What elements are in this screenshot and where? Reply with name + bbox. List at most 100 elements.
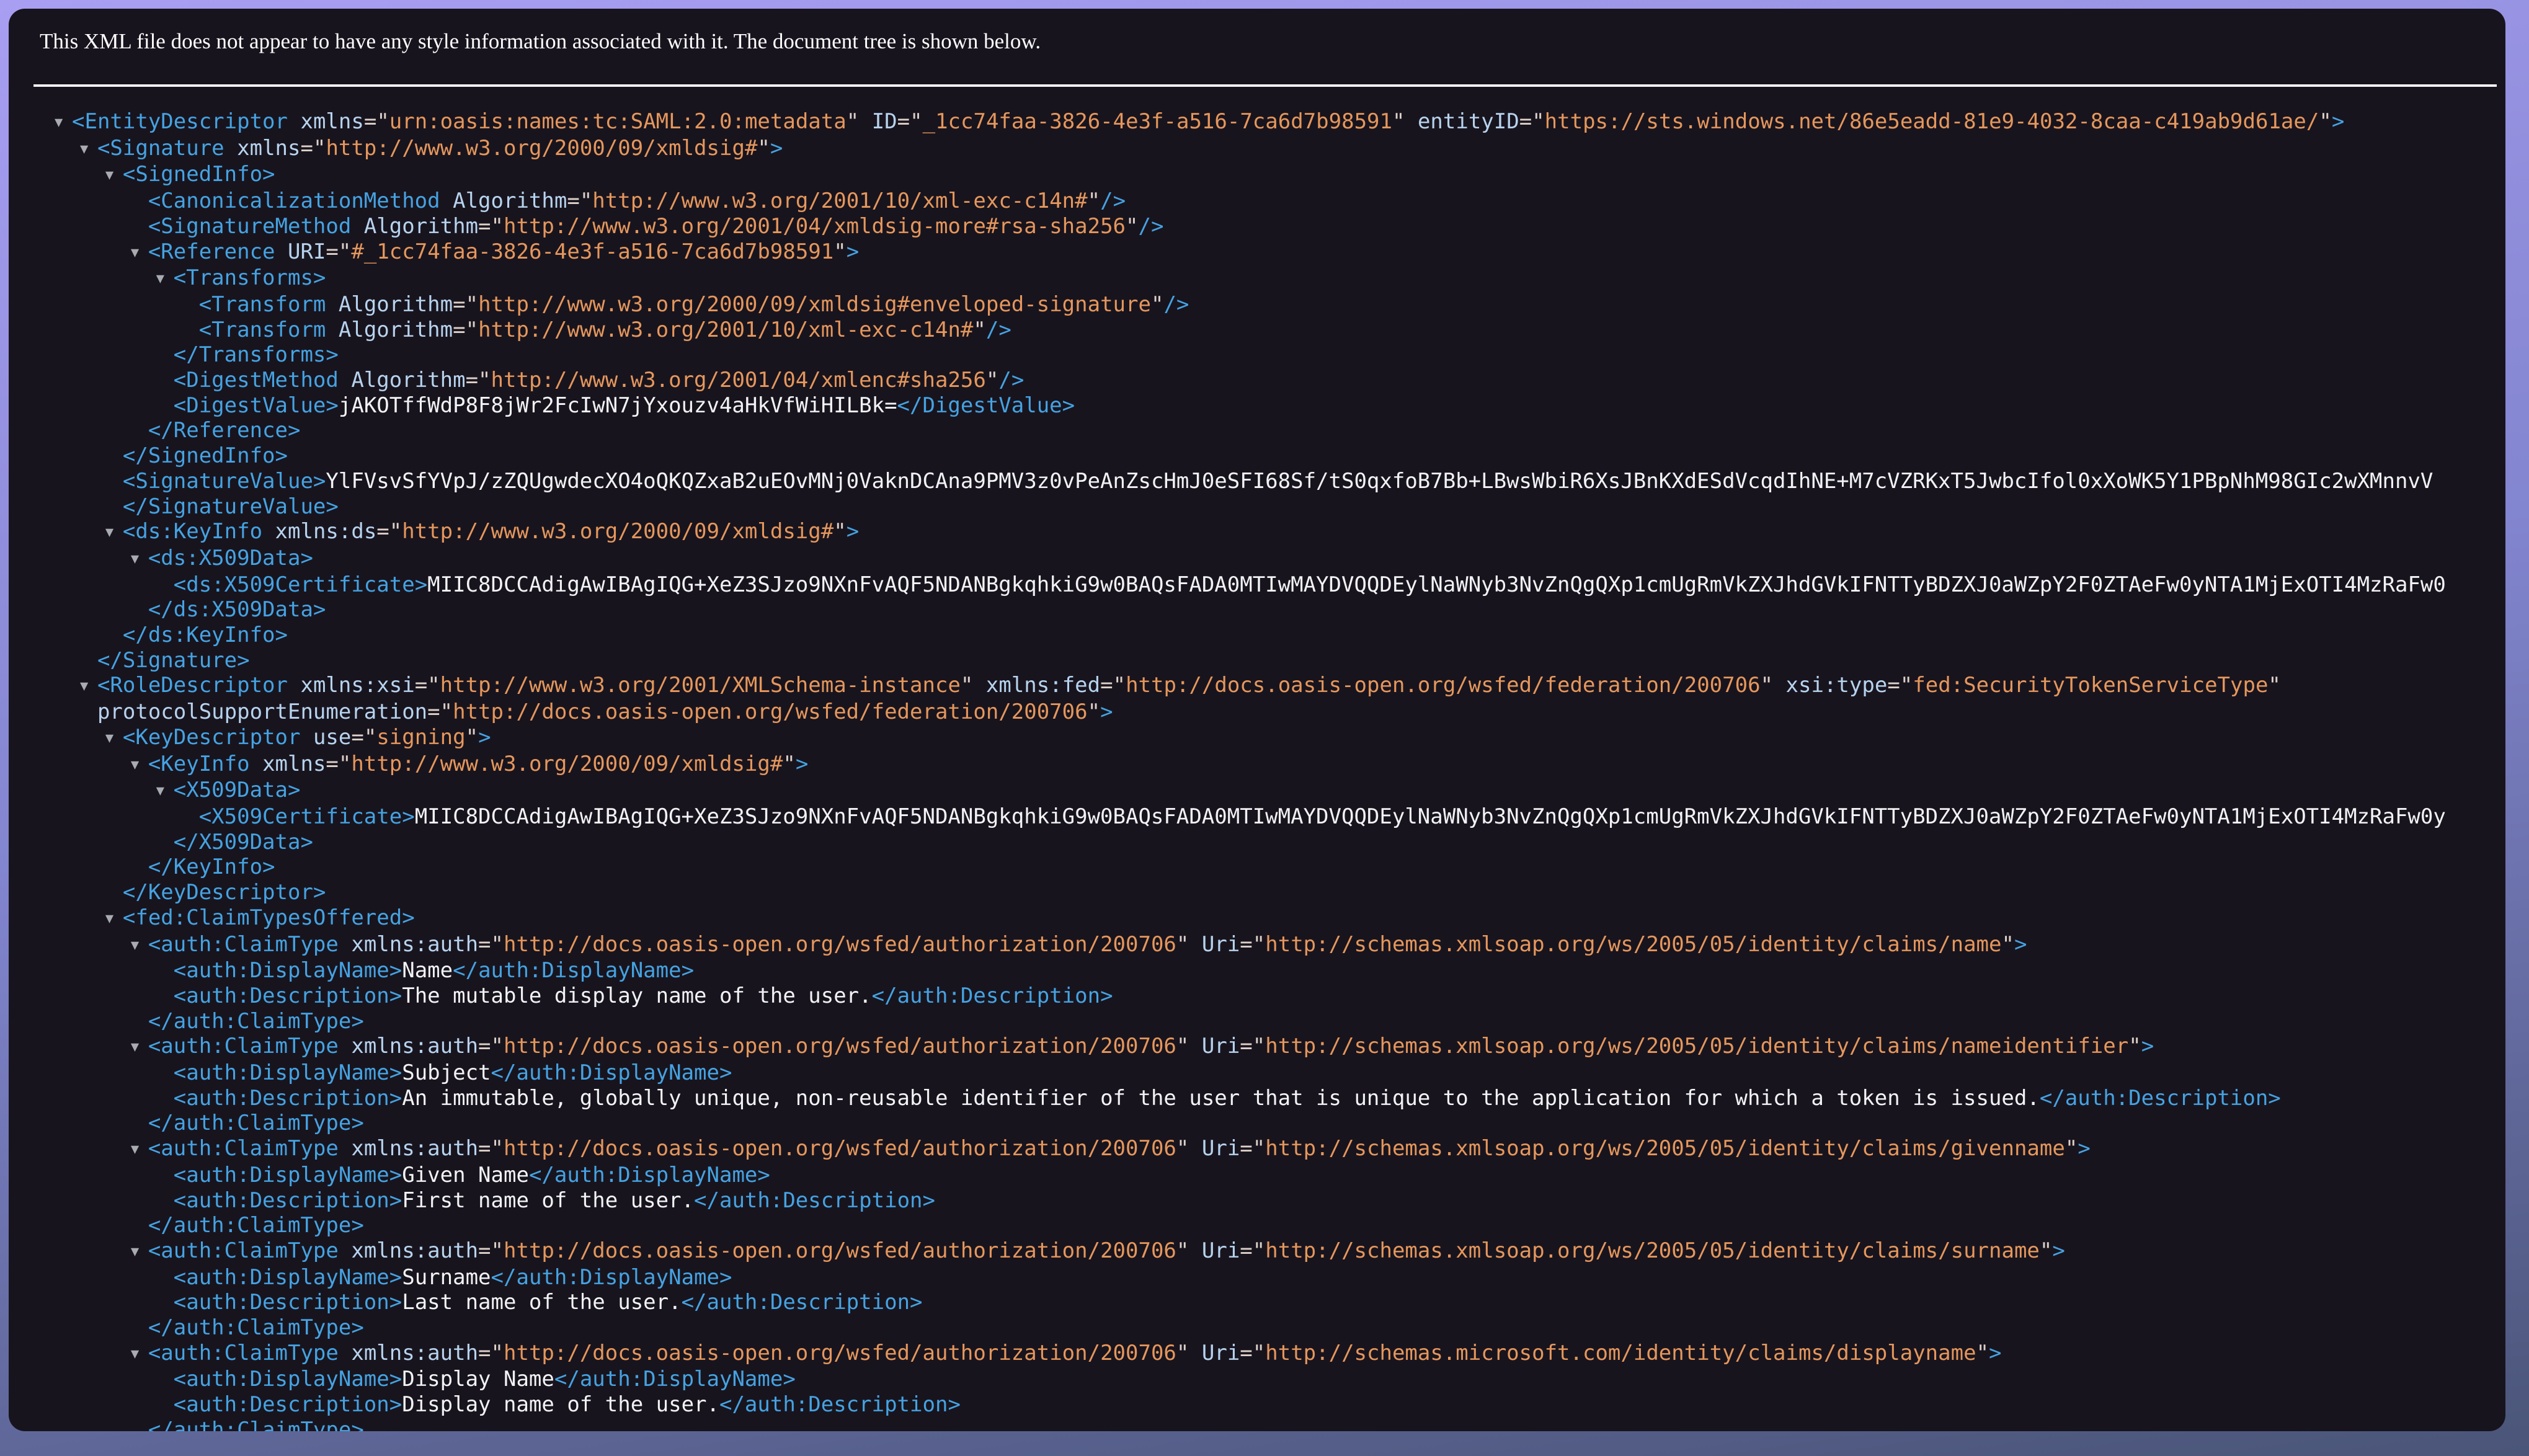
xml-text: Subject (402, 1060, 491, 1085)
xml-token (339, 932, 351, 957)
xml-attr-name: Algorithm (339, 292, 453, 317)
xml-open-tag: <fed:ClaimTypesOffered (123, 905, 402, 930)
xml-line: <auth:Description>Display name of the us… (32, 1392, 2505, 1418)
collapse-toggle-icon[interactable]: ▼ (131, 1240, 147, 1265)
collapse-toggle-icon[interactable]: ▼ (131, 933, 147, 959)
collapse-toggle-icon[interactable]: ▼ (131, 241, 147, 266)
xml-punct: =" (376, 519, 402, 544)
collapse-toggle-icon[interactable]: ▼ (105, 163, 122, 189)
xml-tag-end: > (402, 804, 414, 829)
xml-line: </KeyInfo> (32, 855, 2505, 880)
xml-attr-value: http://schemas.xmlsoap.org/ws/2005/05/id… (1265, 1136, 2065, 1161)
xml-tag-end: > (326, 393, 338, 418)
xml-token (351, 214, 363, 239)
xml-token (1189, 932, 1201, 957)
xml-punct: =" (1240, 1034, 1265, 1059)
collapse-toggle-icon[interactable]: ▼ (156, 267, 172, 292)
collapse-toggle-icon[interactable]: ▼ (131, 547, 147, 572)
xml-attr-value: http://schemas.xmlsoap.org/ws/2005/05/id… (1265, 1238, 2040, 1263)
xml-attr-name: xmlns:ds (275, 519, 377, 544)
xml-open-tag: <Transforms (174, 265, 313, 290)
xml-token (262, 519, 275, 544)
collapse-toggle-icon[interactable]: ▼ (131, 1137, 147, 1163)
xml-attr-name: Uri (1202, 1034, 1240, 1059)
xml-punct: =" (478, 214, 504, 239)
xml-attr-name: xmlns (262, 752, 326, 776)
xml-line: <auth:Description>The mutable display na… (32, 983, 2505, 1009)
xml-attr-name: xmlns (300, 109, 363, 134)
xml-attr-name: xmlns:auth (351, 1136, 478, 1161)
xml-punct: =" (351, 725, 376, 750)
xml-tag-end: > (389, 1163, 402, 1187)
xml-close-tag: </auth:ClaimType> (148, 1315, 364, 1340)
xml-text: Display Name (402, 1367, 554, 1392)
xml-punct: " (1761, 673, 1773, 698)
xml-line: <CanonicalizationMethod Algorithm="http:… (32, 189, 2505, 214)
xml-attr-value: http://docs.oasis-open.org/wsfed/authori… (504, 1136, 1176, 1161)
xml-attr-name: Algorithm (364, 214, 478, 239)
collapse-toggle-icon[interactable]: ▼ (105, 520, 122, 546)
xml-punct: " (847, 109, 859, 134)
xml-line: ▼<KeyInfo xmlns="http://www.w3.org/2000/… (32, 752, 2505, 778)
xml-close-tag: </ds:KeyInfo> (123, 623, 288, 647)
xml-punct: " (1176, 1136, 1189, 1161)
xml-open-tag: <Transform (199, 317, 326, 342)
collapse-toggle-icon[interactable]: ▼ (156, 779, 172, 804)
xml-tag-end: > (313, 265, 326, 290)
xml-text: Last name of the user. (402, 1290, 681, 1315)
xml-line: <auth:DisplayName>Given Name</auth:Displ… (32, 1163, 2505, 1188)
xml-token (440, 189, 453, 213)
xml-punct: =" (1100, 673, 1126, 698)
xml-punct: =" (478, 1341, 504, 1365)
xml-line: <auth:DisplayName>Display Name</auth:Dis… (32, 1367, 2505, 1392)
xml-attr-value: http://www.w3.org/2001/04/xmlenc#sha256 (491, 368, 986, 393)
xml-tag-end: > (796, 752, 808, 776)
xml-tag-end: > (389, 1086, 402, 1111)
collapse-toggle-icon[interactable]: ▼ (80, 674, 96, 699)
collapse-toggle-icon[interactable]: ▼ (80, 137, 96, 162)
xml-close-tag: </KeyInfo> (148, 855, 275, 879)
xml-tag-end: > (389, 1290, 402, 1315)
collapse-toggle-icon[interactable]: ▼ (131, 1342, 147, 1367)
xml-attr-name: Uri (1202, 1136, 1240, 1161)
xml-token (326, 317, 338, 342)
xml-tag-end: > (415, 572, 427, 597)
xml-close-tag: </auth:ClaimType> (148, 1418, 364, 1431)
xml-punct: " (466, 725, 478, 750)
xml-close-tag: </auth:Description> (872, 983, 1113, 1008)
xml-token (224, 136, 237, 161)
xml-open-tag: <KeyInfo (148, 752, 250, 776)
xml-open-tag: <auth:DisplayName (174, 1367, 389, 1392)
xml-attr-value: http://schemas.xmlsoap.org/ws/2005/05/id… (1265, 932, 2001, 957)
xml-tag-end: > (847, 239, 859, 264)
xml-punct: =" (326, 752, 351, 776)
xml-close-tag: </auth:Description> (719, 1392, 961, 1417)
xml-attr-name: xmlns:auth (351, 1341, 478, 1365)
xml-close-tag: </Transforms> (174, 342, 339, 367)
xml-token (973, 673, 985, 698)
xml-open-tag: <SignedInfo (123, 162, 262, 187)
xml-attr-value: http://docs.oasis-open.org/wsfed/federat… (453, 699, 1088, 724)
collapse-toggle-icon[interactable]: ▼ (55, 110, 71, 136)
xml-punct: =" (1240, 1238, 1265, 1263)
xml-line: ▼<ds:KeyInfo xmlns:ds="http://www.w3.org… (32, 519, 2505, 546)
xml-open-tag: <X509Data (174, 778, 288, 802)
xml-line: ▼<auth:ClaimType xmlns:auth="http://docs… (32, 1034, 2505, 1060)
collapse-toggle-icon[interactable]: ▼ (131, 1035, 147, 1060)
xml-line: ▼<fed:ClaimTypesOffered> (32, 905, 2505, 932)
collapse-toggle-icon[interactable]: ▼ (105, 726, 122, 752)
collapse-toggle-icon[interactable]: ▼ (105, 907, 122, 932)
xml-line: ▼<Transforms> (32, 265, 2505, 292)
xml-text: YlFVsvSfYVpJ/zZQUgwdecXO4oQKQZxaB2uEOvMN… (326, 469, 2433, 494)
xml-attr-name: xmlns:auth (351, 1034, 478, 1059)
xml-tag-end: > (478, 725, 491, 750)
xml-punct: =" (1519, 109, 1545, 134)
xml-open-tag: <auth:DisplayName (174, 1060, 389, 1085)
xml-attr-value: http://www.w3.org/2001/04/xmldsig-more#r… (504, 214, 1126, 239)
collapse-toggle-icon[interactable]: ▼ (131, 753, 147, 778)
xml-punct: " (783, 752, 795, 776)
xml-token (339, 1136, 351, 1161)
xml-close-tag: </ds:X509Data> (148, 597, 326, 622)
xml-attr-name: protocolSupportEnumeration (97, 699, 427, 724)
xml-punct: =" (453, 317, 478, 342)
